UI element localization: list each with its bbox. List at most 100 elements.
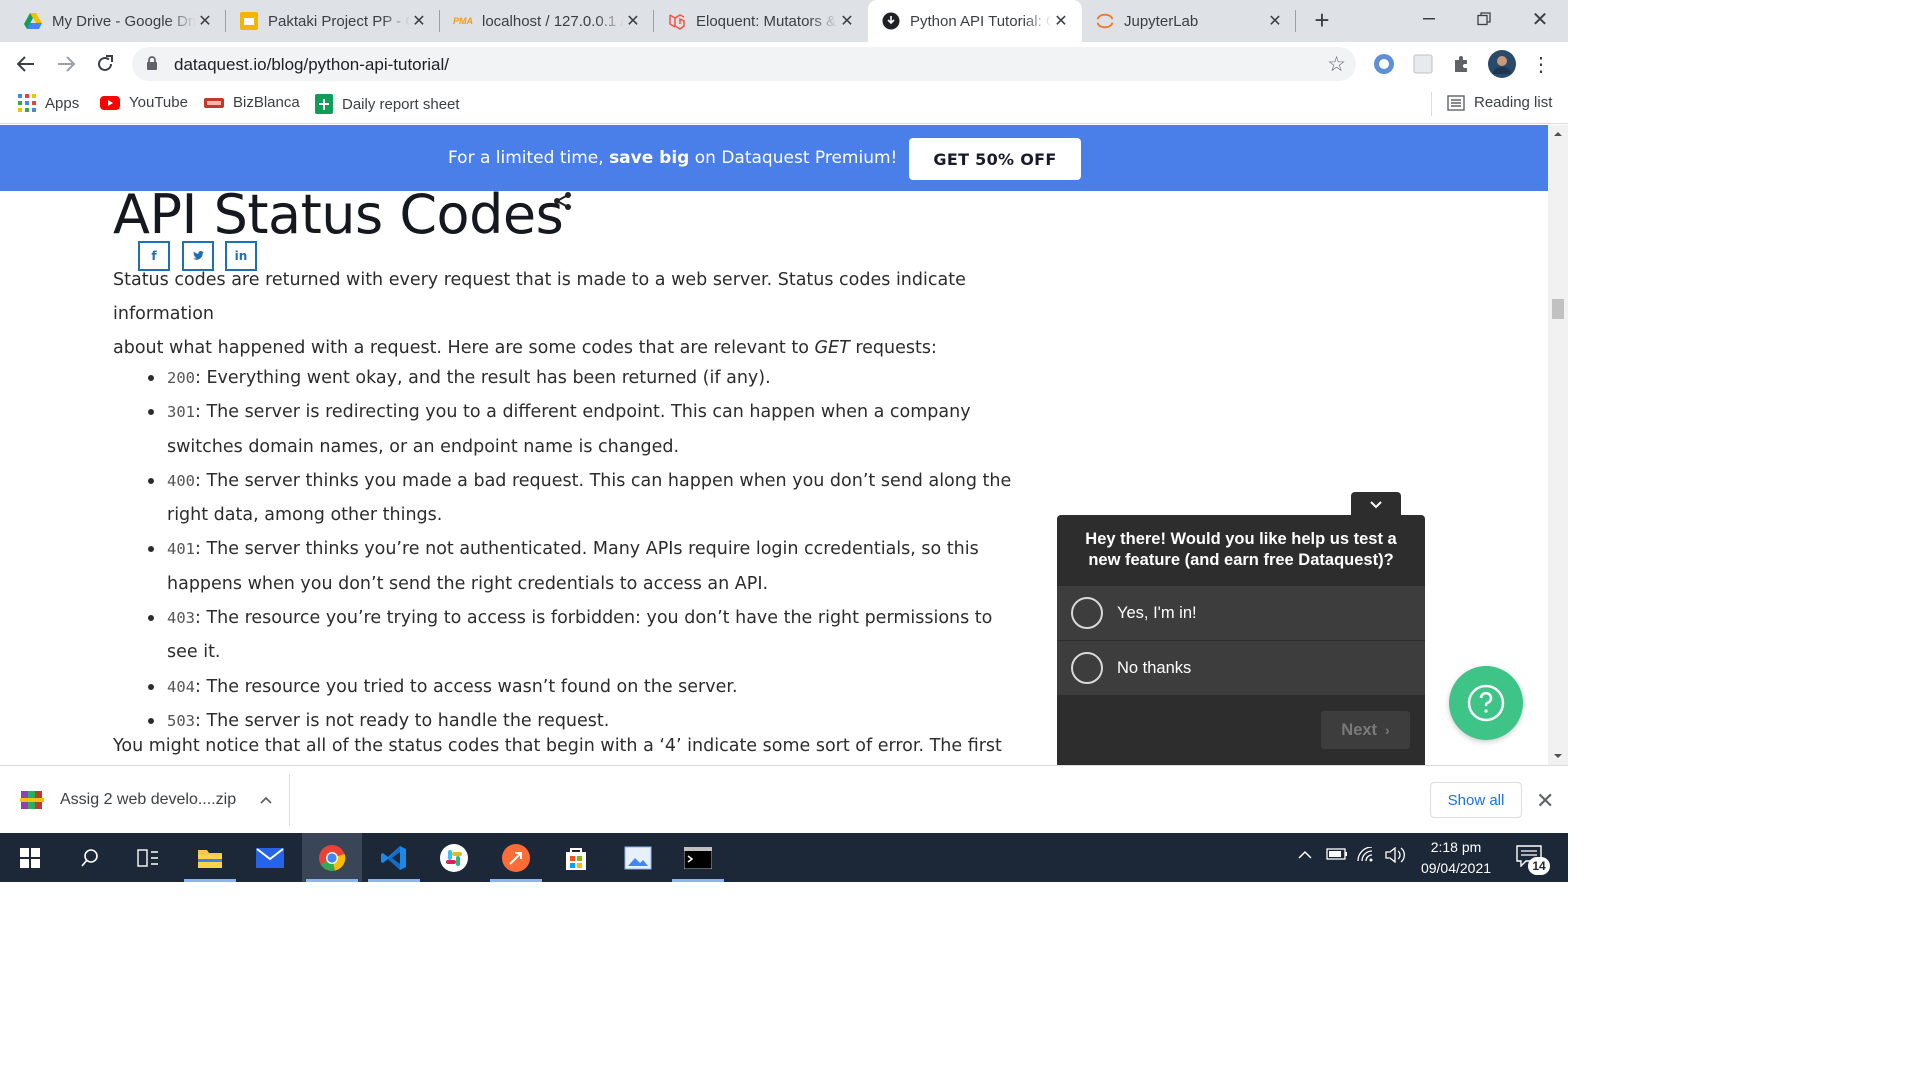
bookmarks-bar: Apps YouTube BizBlanca Daily report shee…	[0, 86, 1568, 124]
extension-2-icon[interactable]	[1409, 50, 1437, 78]
intro-paragraph: Status codes are returned with every req…	[113, 270, 966, 358]
tab-phpmyadmin[interactable]: PMA localhost / 127.0.0.1 / phpMyAdmin ✕	[440, 0, 654, 42]
file-explorer-icon[interactable]	[180, 833, 240, 882]
bookmark-star-icon[interactable]: ☆	[1327, 52, 1346, 77]
radio-button[interactable]	[1071, 652, 1103, 684]
scroll-down-icon[interactable]	[1548, 749, 1568, 763]
slack-icon[interactable]	[424, 833, 484, 882]
chrome-icon[interactable]	[302, 833, 362, 882]
bookmarks-divider	[1431, 92, 1432, 116]
terminal-icon[interactable]	[668, 833, 728, 882]
winrar-archive-icon	[20, 790, 44, 810]
phpmyadmin-icon: PMA	[453, 16, 473, 26]
extensions-puzzle-icon[interactable]	[1448, 50, 1476, 78]
system-clock[interactable]: 2:18 pm 09/04/2021	[1412, 837, 1500, 879]
bookmark-bizblanca[interactable]: BizBlanca	[204, 94, 300, 111]
reading-list-button[interactable]: Reading list	[1447, 94, 1552, 111]
store-icon[interactable]	[546, 833, 606, 882]
page-scrollbar[interactable]	[1548, 125, 1568, 765]
new-tab-button[interactable]: +	[1308, 6, 1336, 34]
close-window-button[interactable]: ✕	[1514, 0, 1566, 38]
close-tab-icon[interactable]: ✕	[624, 11, 642, 31]
status-code: 503	[167, 711, 195, 730]
status-code: 301	[167, 403, 195, 422]
list-item: 400: The server thinks you made a bad re…	[113, 464, 1013, 533]
search-icon[interactable]	[60, 833, 120, 882]
google-slides-icon	[240, 12, 258, 30]
download-item[interactable]: Assig 2 web develo....zip	[20, 790, 272, 810]
tab-google-slides[interactable]: Paktaki Project PP - Google Slides ✕	[226, 0, 440, 42]
download-divider	[289, 774, 290, 826]
close-tab-icon[interactable]: ✕	[196, 11, 214, 31]
chrome-menu-icon[interactable]: ⋮	[1527, 50, 1555, 78]
mail-icon[interactable]	[240, 833, 300, 882]
survey-option-no[interactable]: No thanks	[1057, 641, 1425, 695]
laravel-icon	[668, 12, 686, 30]
promo-text: For a limited time, save big on Dataques…	[448, 148, 898, 168]
address-bar[interactable]: dataquest.io/blog/python-api-tutorial/ ☆	[132, 47, 1356, 81]
wifi-icon[interactable]	[1356, 846, 1376, 867]
start-icon[interactable]	[0, 833, 60, 882]
survey-widget: Hey there! Would you like help us test a…	[1057, 515, 1425, 765]
volume-icon[interactable]	[1384, 846, 1406, 867]
browser-toolbar: dataquest.io/blog/python-api-tutorial/ ☆…	[0, 42, 1568, 86]
google-sheets-icon	[315, 94, 333, 114]
survey-question: Hey there! Would you like help us test a…	[1085, 530, 1397, 569]
profile-avatar[interactable]	[1488, 50, 1516, 78]
back-button[interactable]	[12, 50, 40, 78]
bookmark-youtube[interactable]: YouTube	[100, 94, 188, 111]
close-tab-icon[interactable]: ✕	[1052, 11, 1070, 31]
close-download-bar-icon[interactable]: ✕	[1536, 788, 1554, 814]
bookmark-daily-report-sheet[interactable]: Daily report sheet	[315, 94, 460, 114]
url-text[interactable]: dataquest.io/blog/python-api-tutorial/	[174, 55, 449, 75]
task-view-icon[interactable]	[118, 833, 178, 882]
tab-python-api-tutorial[interactable]: Python API Tutorial: Getting Started ✕	[868, 0, 1082, 42]
survey-next-button[interactable]: Next ›	[1321, 711, 1410, 749]
chevron-down-icon	[1370, 501, 1382, 509]
reload-button[interactable]	[91, 50, 119, 78]
close-tab-icon[interactable]: ✕	[410, 11, 428, 31]
radio-button[interactable]	[1071, 597, 1103, 629]
bookmark-apps[interactable]: Apps	[18, 94, 79, 112]
list-item: 200: Everything went okay, and the resul…	[113, 361, 1013, 395]
tray-chevron-up-icon[interactable]	[1298, 847, 1312, 864]
postman-icon[interactable]	[486, 833, 546, 882]
photos-icon[interactable]	[608, 833, 668, 882]
minimize-button[interactable]	[1403, 0, 1455, 38]
jupyter-icon	[1096, 12, 1114, 30]
extension-1-icon[interactable]	[1370, 50, 1398, 78]
download-bar: Assig 2 web develo....zip Show all ✕	[0, 765, 1568, 833]
status-code-list: 200: Everything went okay, and the resul…	[113, 361, 1013, 738]
status-code: 400	[167, 471, 195, 490]
share-icon[interactable]	[553, 191, 573, 215]
tab-jupyterlab[interactable]: JupyterLab ✕	[1082, 0, 1296, 42]
promo-banner: For a limited time, save big on Dataques…	[0, 125, 1548, 191]
close-tab-icon[interactable]: ✕	[1266, 11, 1284, 31]
tab-google-drive[interactable]: My Drive - Google Drive ✕	[0, 0, 226, 42]
close-tab-icon[interactable]: ✕	[838, 11, 856, 31]
survey-option-yes[interactable]: Yes, I'm in!	[1057, 586, 1425, 640]
scrollbar-thumb[interactable]	[1552, 299, 1564, 319]
get-discount-button[interactable]: GET 50% OFF	[909, 138, 1081, 180]
forward-button[interactable]	[52, 50, 80, 78]
scroll-up-icon[interactable]	[1548, 127, 1568, 141]
help-button[interactable]	[1449, 666, 1523, 740]
bizblanca-icon	[204, 97, 224, 108]
chevron-right-icon: ›	[1385, 722, 1390, 738]
notification-count-badge: 14	[1528, 857, 1550, 875]
status-code: 401	[167, 540, 195, 559]
notifications-button[interactable]: 14	[1512, 841, 1552, 875]
twitter-icon	[192, 249, 204, 263]
battery-icon[interactable]	[1326, 847, 1348, 864]
restore-button[interactable]	[1458, 0, 1510, 38]
status-code: 403	[167, 609, 195, 628]
list-item: 301: The server is redirecting you to a …	[113, 395, 1013, 464]
vscode-icon[interactable]	[364, 833, 424, 882]
status-code: 200	[167, 369, 195, 387]
windows-taskbar: 2:18 pm 09/04/2021 14	[0, 833, 1568, 882]
lock-icon[interactable]	[146, 56, 158, 76]
chevron-up-icon[interactable]	[260, 791, 272, 809]
tab-laravel-eloquent[interactable]: Eloquent: Mutators & Casting ✕	[654, 0, 868, 42]
list-item: 404: The resource you tried to access wa…	[113, 670, 1013, 704]
show-all-downloads-button[interactable]: Show all	[1430, 782, 1522, 818]
